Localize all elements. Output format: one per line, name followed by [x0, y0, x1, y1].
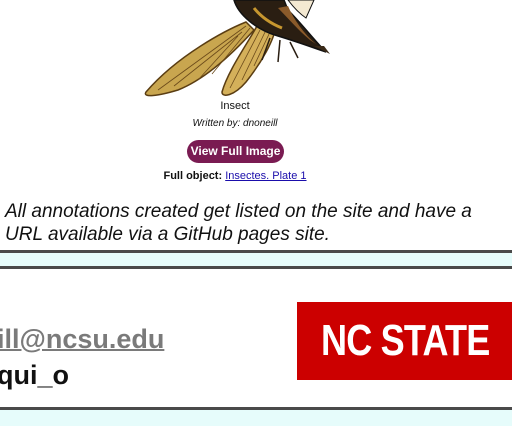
footer-band-bottom — [0, 410, 512, 426]
full-object-link[interactable]: Insectes. Plate 1 — [225, 170, 306, 182]
footer-band-top — [0, 253, 512, 266]
divider-footer-start — [0, 266, 512, 269]
full-object-line: Full object: Insectes. Plate 1 — [0, 170, 470, 182]
contact-email-link[interactable]: ill@ncsu.edu — [0, 324, 164, 355]
contact-handle: qui_o — [0, 360, 69, 390]
annotation-author: Written by: dnoneill — [192, 118, 278, 129]
full-object-label: Full object: — [163, 170, 223, 182]
body-text: All annotations created get listed on th… — [5, 201, 472, 245]
annotation-card: Insect Written by: dnoneill View Full Im… — [0, 0, 512, 190]
annotation-title: Insect — [220, 100, 250, 112]
nc-state-logo: NC STATE — [297, 302, 512, 380]
view-full-image-button[interactable]: View Full Image — [187, 140, 284, 163]
page: Insect Written by: dnoneill View Full Im… — [0, 0, 512, 426]
insect-image[interactable] — [138, 0, 334, 100]
logo-text: NC STATE — [321, 316, 490, 365]
